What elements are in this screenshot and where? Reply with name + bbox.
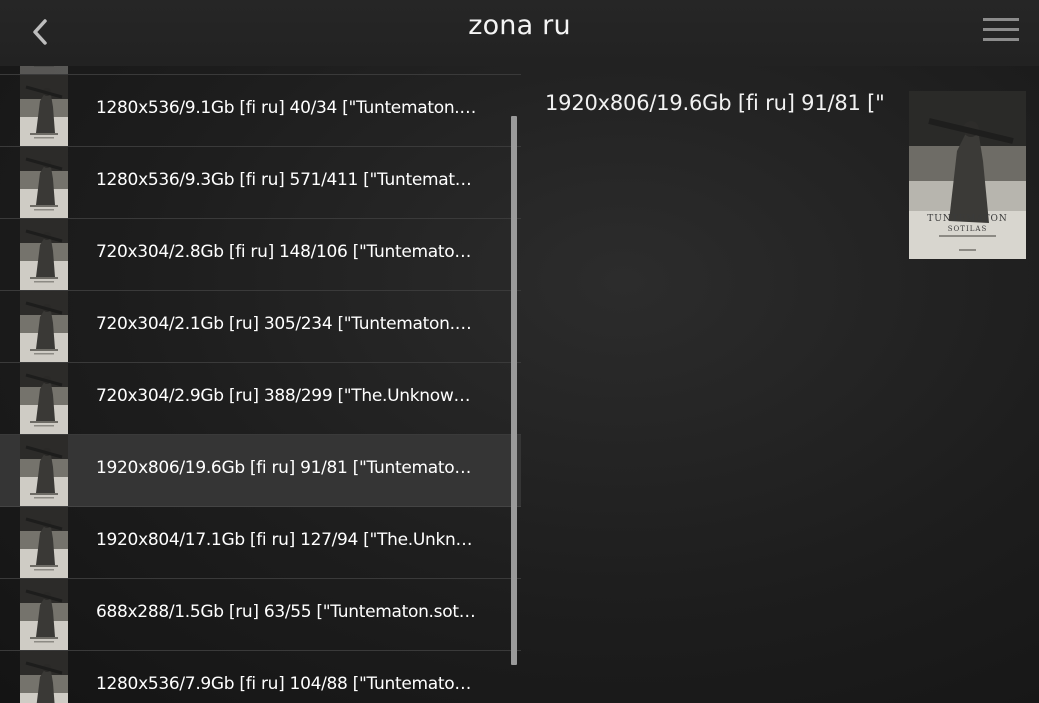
app-header: zona ru bbox=[0, 0, 1039, 66]
movie-poster: TUNTEMATON SOTILAS bbox=[909, 91, 1026, 259]
list-item-label: 720x304/2.1Gb [ru] 305/234 ["Tuntematon.… bbox=[96, 314, 478, 334]
list-item[interactable]: 1920x806/19.6Gb [fi ru] 91/81 ["Tuntemat… bbox=[0, 435, 521, 507]
list-item-label: 688x288/1.5Gb [ru] 63/55 ["Tuntematon.so… bbox=[96, 602, 478, 622]
release-thumbnail bbox=[20, 147, 68, 218]
list-item-label: 720x304/2.8Gb [fi ru] 148/106 ["Tuntemat… bbox=[96, 242, 478, 262]
list-item[interactable]: 720x304/2.8Gb [fi ru] 148/106 ["Tuntemat… bbox=[0, 219, 521, 291]
release-thumbnail bbox=[20, 219, 68, 290]
poster-title-line2: SOTILAS bbox=[948, 225, 987, 233]
hamburger-line bbox=[983, 28, 1019, 31]
list-item-label: 1920x806/19.6Gb [fi ru] 91/81 ["Tuntemat… bbox=[96, 458, 478, 478]
detail-title: 1920x806/19.6Gb [fi ru] 91/81 [" bbox=[545, 91, 885, 115]
app-window: zona ru 720x304/2.2Gb [] 5/5 ["Неизвестн… bbox=[0, 0, 1039, 703]
list-item-label: 1280x536/9.1Gb [fi ru] 40/34 ["Tuntemato… bbox=[96, 98, 478, 118]
list-item-label: 1280x536/7.9Gb [fi ru] 104/88 ["Tuntemat… bbox=[96, 674, 478, 694]
release-thumbnail bbox=[20, 435, 68, 506]
release-thumbnail bbox=[20, 507, 68, 578]
release-thumbnail bbox=[20, 291, 68, 362]
list-item[interactable]: 1920x804/17.1Gb [fi ru] 127/94 ["The.Unk… bbox=[0, 507, 521, 579]
hamburger-line bbox=[983, 38, 1019, 41]
release-thumbnail bbox=[20, 75, 68, 146]
list-item-label: 720x304/2.9Gb [ru] 388/299 ["The.Unknown… bbox=[96, 386, 478, 406]
release-thumbnail bbox=[20, 651, 68, 703]
app-title: zona ru bbox=[468, 10, 571, 41]
poster-title-line1: TUNTEMATON bbox=[927, 214, 1008, 224]
release-thumbnail bbox=[20, 579, 68, 650]
list-item[interactable]: 720x304/2.1Gb [ru] 305/234 ["Tuntematon.… bbox=[0, 291, 521, 363]
list-item[interactable]: 688x288/1.5Gb [ru] 63/55 ["Tuntematon.so… bbox=[0, 579, 521, 651]
list-item-label: 1280x536/9.3Gb [fi ru] 571/411 ["Tuntema… bbox=[96, 170, 478, 190]
list-item[interactable]: 1280x536/9.1Gb [fi ru] 40/34 ["Tuntemato… bbox=[0, 75, 521, 147]
hamburger-menu-icon bbox=[983, 18, 1019, 21]
menu-button[interactable] bbox=[983, 17, 1021, 45]
list-item[interactable]: 720x304/2.9Gb [ru] 388/299 ["The.Unknown… bbox=[0, 363, 521, 435]
release-list[interactable]: 720x304/2.2Gb [] 5/5 ["Неизвестный солда… bbox=[0, 0, 521, 703]
list-item[interactable]: 1280x536/9.3Gb [fi ru] 571/411 ["Tuntema… bbox=[0, 147, 521, 219]
list-scrollbar[interactable] bbox=[511, 116, 517, 665]
release-thumbnail bbox=[20, 363, 68, 434]
list-item-label: 1920x804/17.1Gb [fi ru] 127/94 ["The.Unk… bbox=[96, 530, 478, 550]
list-item[interactable]: 1280x536/7.9Gb [fi ru] 104/88 ["Tuntemat… bbox=[0, 651, 521, 703]
